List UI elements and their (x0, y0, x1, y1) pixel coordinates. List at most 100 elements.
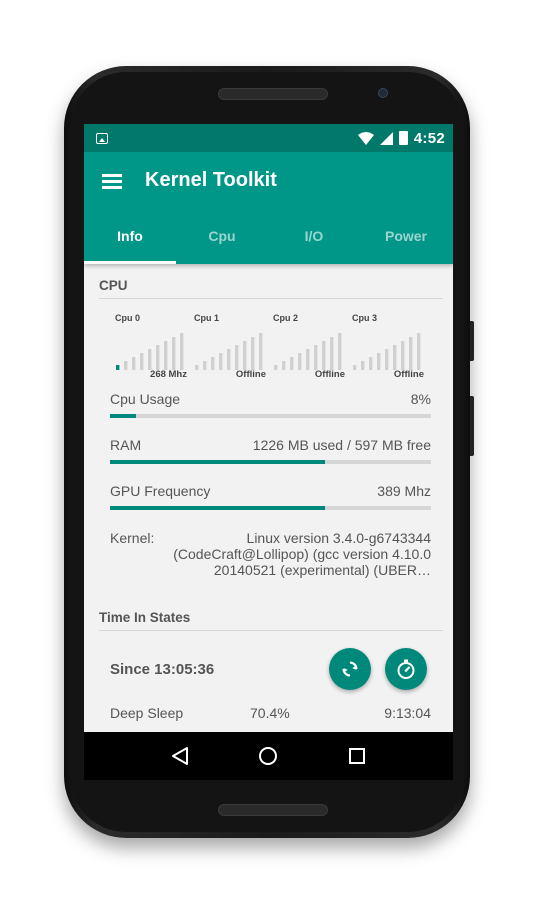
cpu-freq-bar (259, 333, 263, 370)
state-time: 9:13:04 (384, 705, 431, 721)
bottom-speaker (218, 804, 328, 816)
cpu-freq-bar (393, 345, 397, 370)
cpu-usage-value: 8% (410, 391, 431, 407)
menu-icon[interactable] (102, 173, 122, 189)
cpu-core-name: Cpu 3 (352, 313, 378, 323)
cpu-freq-bar (164, 341, 168, 370)
cpu-freq-bar (361, 361, 365, 370)
cpu-freq-bar (353, 365, 357, 370)
gpu-row: GPU Frequency 389 Mhz (99, 483, 443, 499)
tab-cpu[interactable]: Cpu (176, 211, 268, 264)
cpu-freq-bars (274, 333, 342, 370)
volume-button (470, 321, 474, 361)
cpu-freq-bar (203, 361, 207, 370)
since-label: Since 13:05:36 (110, 660, 215, 678)
cpu-core-freq: Offline (235, 369, 266, 380)
cpu-freq-bar (156, 345, 160, 370)
cpu-freq-bar (219, 353, 223, 370)
gpu-value: 389 Mhz (377, 483, 431, 499)
tab-bar: Info Cpu I/O Power (84, 211, 453, 264)
cpu-freq-bar (172, 337, 176, 370)
tab-power[interactable]: Power (360, 211, 452, 264)
navigation-bar (84, 732, 453, 780)
cpu-freq-bar (401, 341, 405, 370)
screen: 4:52 Kernel Toolkit Info Cpu I/O Power C… (84, 124, 453, 780)
tab-info[interactable]: Info (84, 211, 176, 264)
cpu-freq-bars (353, 333, 421, 370)
refresh-button[interactable] (329, 648, 371, 690)
cpu-core-name: Cpu 0 (115, 313, 141, 323)
cpu-freq-bar (148, 349, 152, 370)
cpu-freq-bar (243, 341, 247, 370)
status-bar: 4:52 (84, 124, 453, 152)
back-triangle-icon (172, 747, 189, 765)
cpu-freq-bar (306, 349, 310, 370)
gpu-fill (110, 506, 326, 510)
cpu-freq-bar (116, 365, 120, 370)
cpu-freq-bar (132, 357, 136, 370)
cpu-core-freq: Offline (314, 369, 345, 380)
cpu-freq-bar (282, 361, 286, 370)
back-button[interactable] (167, 743, 193, 769)
cpu-freq-bar (377, 353, 381, 370)
ram-value: 1226 MB used / 597 MB free (252, 437, 431, 453)
cpu-freq-bar (369, 357, 373, 370)
kernel-line-2: (CodeCraft@Lollipop) (gcc version 4.10.0 (173, 546, 431, 562)
cpu-core-freq: Offline (393, 369, 424, 380)
cpu-freq-bar (290, 357, 294, 370)
cpu-freq-bars (195, 333, 263, 370)
gallery-notification-icon (96, 132, 108, 144)
cpu-freq-bar (322, 341, 326, 370)
cpu-core-3: Cpu 3 Offline (350, 313, 429, 389)
time-state-row: Deep Sleep 70.4% 9:13:04 (99, 705, 443, 721)
refresh-icon (342, 661, 358, 677)
tab-io[interactable]: I/O (268, 211, 360, 264)
cpu-freq-bar (330, 337, 334, 370)
power-button (470, 396, 474, 456)
ram-progress (110, 460, 431, 464)
cpu-core-2: Cpu 2 Offline (271, 313, 350, 389)
cpu-core-1: Cpu 1 Offline (192, 313, 271, 389)
stopwatch-icon (397, 659, 415, 679)
cpu-usage-fill (110, 414, 136, 418)
cpu-freq-bar (140, 353, 144, 370)
kernel-row: Kernel: Linux version 3.4.0-g6743344 (Co… (99, 530, 443, 578)
cpu-usage-label: Cpu Usage (110, 391, 181, 407)
cpu-section-title: CPU (99, 264, 443, 299)
home-button[interactable] (255, 743, 281, 769)
kernel-line-3: 20140521 (experimental) (UBER… (213, 562, 431, 578)
app-bar: Kernel Toolkit Info Cpu I/O Power (84, 152, 453, 264)
cpu-freq-bar (195, 365, 199, 370)
wifi-icon (357, 131, 374, 145)
front-camera (378, 88, 388, 98)
reset-timer-button[interactable] (385, 648, 427, 690)
info-content: CPU Cpu 0 268 Mhz Cpu 1 Offline Cpu 2 Of… (84, 264, 453, 721)
kernel-line-1: Linux version 3.4.0-g6743344 (246, 530, 431, 546)
cpu-freq-bar (409, 337, 413, 370)
cpu-freq-bar (211, 357, 215, 370)
cpu-core-name: Cpu 2 (273, 313, 299, 323)
cpu-freq-bar (338, 333, 342, 370)
cpu-freq-bar (298, 353, 302, 370)
cpu-core-name: Cpu 1 (194, 313, 220, 323)
cpu-freq-bar (251, 337, 255, 370)
gpu-label: GPU Frequency (110, 483, 211, 499)
cpu-freq-bar (227, 349, 231, 370)
cpu-core-freq: 268 Mhz (150, 369, 187, 380)
time-in-states-title: Time In States (99, 596, 443, 631)
cpu-freq-bar (385, 349, 389, 370)
cpu-core-0: Cpu 0 268 Mhz (113, 313, 192, 389)
home-circle-icon (259, 747, 278, 765)
cpu-usage-progress (110, 414, 431, 418)
battery-icon (398, 131, 408, 145)
state-name: Deep Sleep (110, 705, 184, 721)
cpu-freq-bar (235, 345, 239, 370)
recents-button[interactable] (344, 743, 370, 769)
top-speaker (218, 88, 328, 100)
app-title: Kernel Toolkit (145, 169, 277, 191)
cpu-usage-row: Cpu Usage 8% (99, 391, 443, 407)
ram-label: RAM (110, 437, 142, 453)
cpu-freq-bar (417, 333, 421, 370)
status-time: 4:52 (413, 129, 445, 147)
cell-signal-icon (379, 131, 393, 145)
